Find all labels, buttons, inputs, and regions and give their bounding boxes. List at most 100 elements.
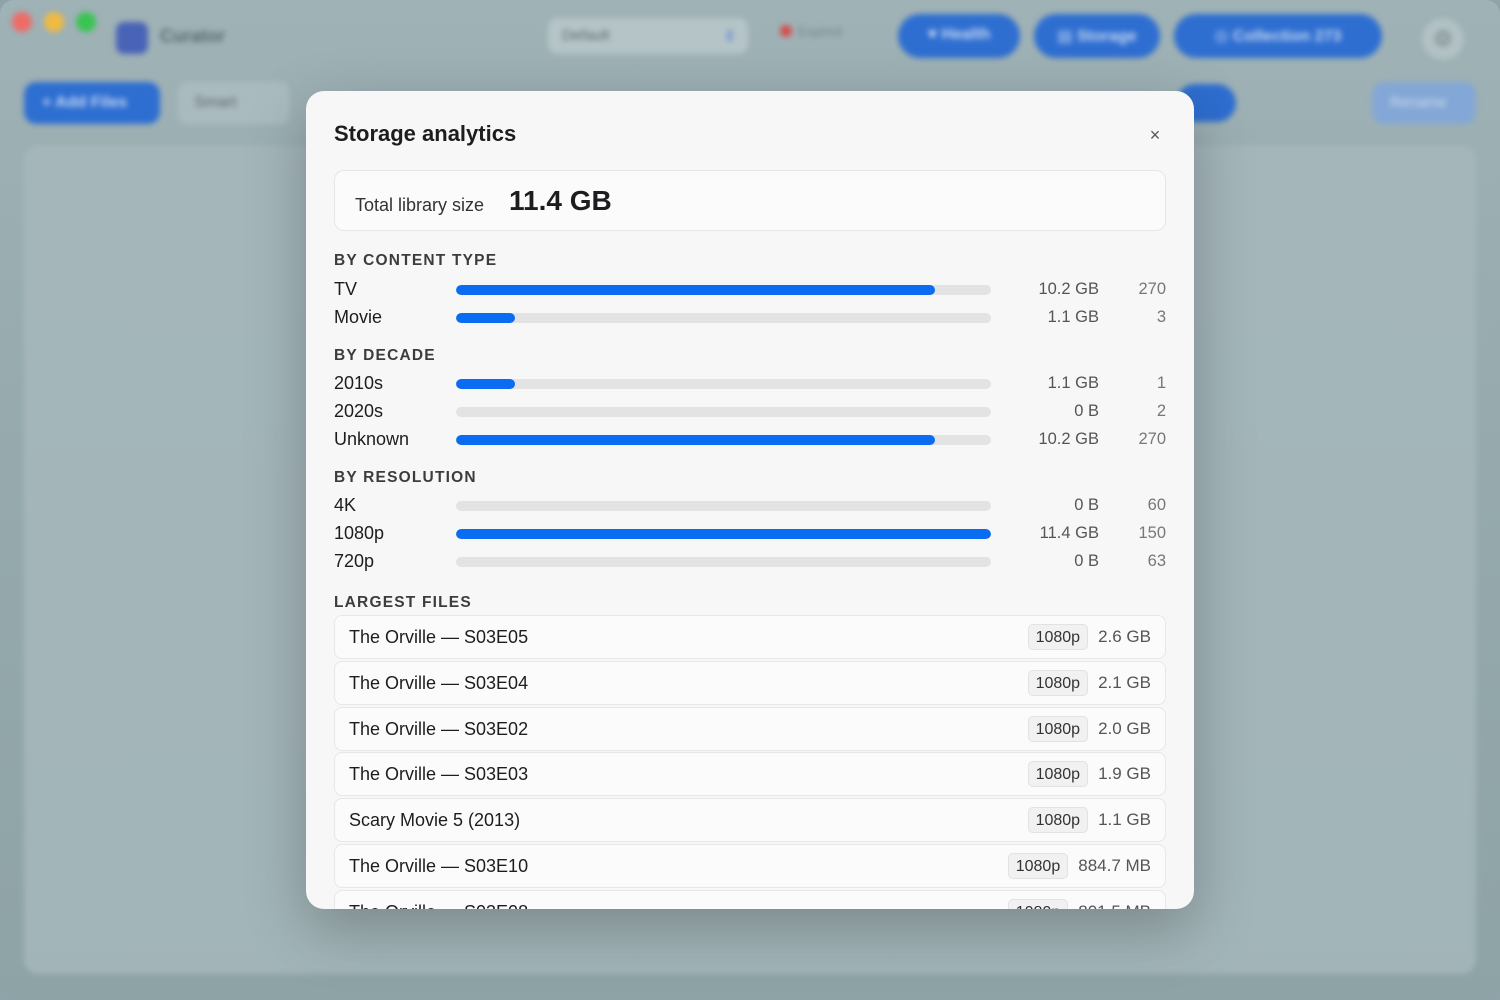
- file-size: 801.5 MB: [1078, 902, 1151, 909]
- file-size: 884.7 MB: [1078, 856, 1151, 875]
- collection-icon: ◎: [1214, 28, 1229, 45]
- rename-button[interactable]: Rename: [1372, 82, 1476, 124]
- breakdown-count: 2: [1156, 402, 1166, 420]
- breakdown-size: 1.1 GB: [1047, 374, 1099, 392]
- file-name: The Orville — S03E08: [349, 902, 528, 909]
- file-meta: 1080p 2.6 GB: [1027, 624, 1151, 650]
- breakdown-size: 0 B: [1074, 496, 1099, 514]
- add-files-button[interactable]: + Add Files: [24, 82, 160, 124]
- file-name: The Orville — S03E05: [349, 627, 529, 647]
- app-logo-icon: [116, 22, 148, 54]
- file-row[interactable]: The Orville — S03E08 1080p 801.5 MB: [334, 889, 1166, 909]
- resolution-badge: 1080p: [1027, 669, 1089, 696]
- file-name: Scary Movie 5 (2013): [349, 810, 521, 831]
- section-title-decade: BY DECADE: [334, 347, 436, 364]
- breakdown-size: 10.2 GB: [1038, 430, 1099, 448]
- file-size: 1.9 GB: [1098, 764, 1151, 784]
- settings-gear-icon[interactable]: ⚙: [1422, 18, 1464, 60]
- breakdown-count: 60: [1147, 496, 1166, 514]
- title-bar: Curator Default ⇕ Expired ♥ Health ▤ Sto…: [0, 0, 1500, 74]
- file-size: 1.1 GB: [1098, 810, 1151, 830]
- resolution-badge: 1080p: [1007, 898, 1069, 909]
- close-window-button[interactable]: [12, 12, 32, 32]
- file-name: The Orville — S03E04: [349, 672, 529, 693]
- breakdown-label: TV: [334, 279, 358, 299]
- total-size-label: Total library size: [355, 195, 485, 215]
- file-meta: 1080p 2.0 GB: [1027, 715, 1151, 742]
- file-row[interactable]: The Orville — S03E02 1080p 2.0 GB: [334, 706, 1166, 751]
- storage-button[interactable]: ▤ Storage: [1034, 14, 1160, 58]
- chevron-updown-icon: ⇕: [723, 28, 736, 45]
- zoom-window-button[interactable]: [76, 12, 96, 32]
- minimize-window-button[interactable]: [44, 12, 64, 32]
- breakdown-row: Unknown 10.2 GB 270: [334, 426, 1166, 454]
- section-title-largest-files: LARGEST FILES: [334, 594, 472, 611]
- license-status-label: Expired: [798, 24, 843, 39]
- breakdown-row: 1080p 11.4 GB 150: [334, 520, 1166, 548]
- file-meta: 1080p 884.7 MB: [1007, 853, 1151, 879]
- health-button[interactable]: ♥ Health: [898, 14, 1020, 58]
- collection-count-badge: 273: [1314, 28, 1342, 45]
- breakdown-bar: [456, 529, 991, 539]
- breakdown-row: 4K 0 B 60: [334, 492, 1166, 520]
- breakdown-size: 0 B: [1074, 552, 1099, 570]
- breakdown-bar: [456, 435, 991, 445]
- breakdown-count: 270: [1138, 430, 1166, 448]
- smart-mode-value: Smart: [194, 94, 237, 111]
- breakdown-size: 0 B: [1074, 402, 1099, 420]
- file-name: The Orville — S03E02: [349, 718, 529, 739]
- breakdown-bar-fill: [456, 379, 515, 389]
- storage-icon: ▤: [1057, 28, 1073, 45]
- breakdown-bar: [456, 313, 991, 323]
- app-title: Curator: [160, 26, 226, 46]
- breakdown-label: 4K: [334, 495, 357, 515]
- breakdown-size: 11.4 GB: [1039, 524, 1099, 542]
- file-meta: 1080p 2.1 GB: [1027, 669, 1151, 696]
- file-meta: 1080p 1.1 GB: [1027, 807, 1151, 834]
- profile-select[interactable]: Default ⇕: [548, 18, 748, 54]
- file-size: 2.6 GB: [1098, 627, 1151, 646]
- breakdown-bar: [456, 379, 991, 389]
- breakdown-row: 2020s 0 B 2: [334, 398, 1166, 426]
- file-row[interactable]: The Orville — S03E05 1080p 2.6 GB: [334, 615, 1166, 659]
- heart-icon: ♥: [927, 26, 938, 43]
- breakdown-label: 2010s: [334, 373, 384, 393]
- collection-button[interactable]: ◎ Collection 273: [1174, 14, 1382, 58]
- collection-button-label: Collection: [1232, 28, 1311, 45]
- dialog-title: Storage analytics: [334, 121, 517, 146]
- section-title-resolution: BY RESOLUTION: [334, 469, 477, 486]
- close-icon[interactable]: ×: [1144, 125, 1166, 147]
- breakdown-label: Unknown: [334, 429, 410, 449]
- resolution-badge: 1080p: [1027, 807, 1089, 834]
- storage-analytics-dialog: Storage analytics × Total library size 1…: [306, 91, 1194, 909]
- health-button-label: Health: [941, 26, 991, 43]
- resolution-badge: 1080p: [1027, 715, 1089, 742]
- file-row[interactable]: The Orville — S03E10 1080p 884.7 MB: [334, 844, 1166, 888]
- breakdown-label: Movie: [334, 307, 383, 327]
- file-size: 2.1 GB: [1098, 672, 1151, 692]
- total-size-card: Total library size 11.4 GB: [334, 170, 1166, 231]
- file-size: 2.0 GB: [1098, 718, 1151, 738]
- breakdown-count: 150: [1138, 524, 1166, 542]
- breakdown-row: Movie 1.1 GB 3: [334, 304, 1166, 332]
- breakdown-bar-fill: [456, 435, 935, 445]
- breakdown-size: 10.2 GB: [1038, 280, 1099, 298]
- breakdown-label: 1080p: [334, 523, 385, 543]
- file-meta: 1080p 1.9 GB: [1027, 761, 1151, 788]
- breakdown-label: 2020s: [334, 401, 384, 421]
- file-row[interactable]: The Orville — S03E03 1080p 1.9 GB: [334, 752, 1166, 797]
- total-size-value: 11.4 GB: [509, 185, 612, 216]
- breakdown-bar: [456, 557, 991, 567]
- file-name: The Orville — S03E03: [349, 764, 529, 785]
- file-row[interactable]: Scary Movie 5 (2013) 1080p 1.1 GB: [334, 798, 1166, 843]
- breakdown-row: 2010s 1.1 GB 1: [334, 370, 1166, 398]
- profile-select-value: Default: [562, 27, 610, 44]
- smart-mode-select[interactable]: Smart: [178, 82, 290, 124]
- file-row[interactable]: The Orville — S03E04 1080p 2.1 GB: [334, 660, 1166, 705]
- breakdown-bar: [456, 285, 991, 295]
- breakdown-bar-fill: [456, 285, 935, 295]
- breakdown-count: 270: [1138, 280, 1166, 298]
- breakdown-count: 3: [1156, 308, 1166, 326]
- breakdown-bar: [456, 501, 991, 511]
- breakdown-bar-fill: [456, 313, 515, 323]
